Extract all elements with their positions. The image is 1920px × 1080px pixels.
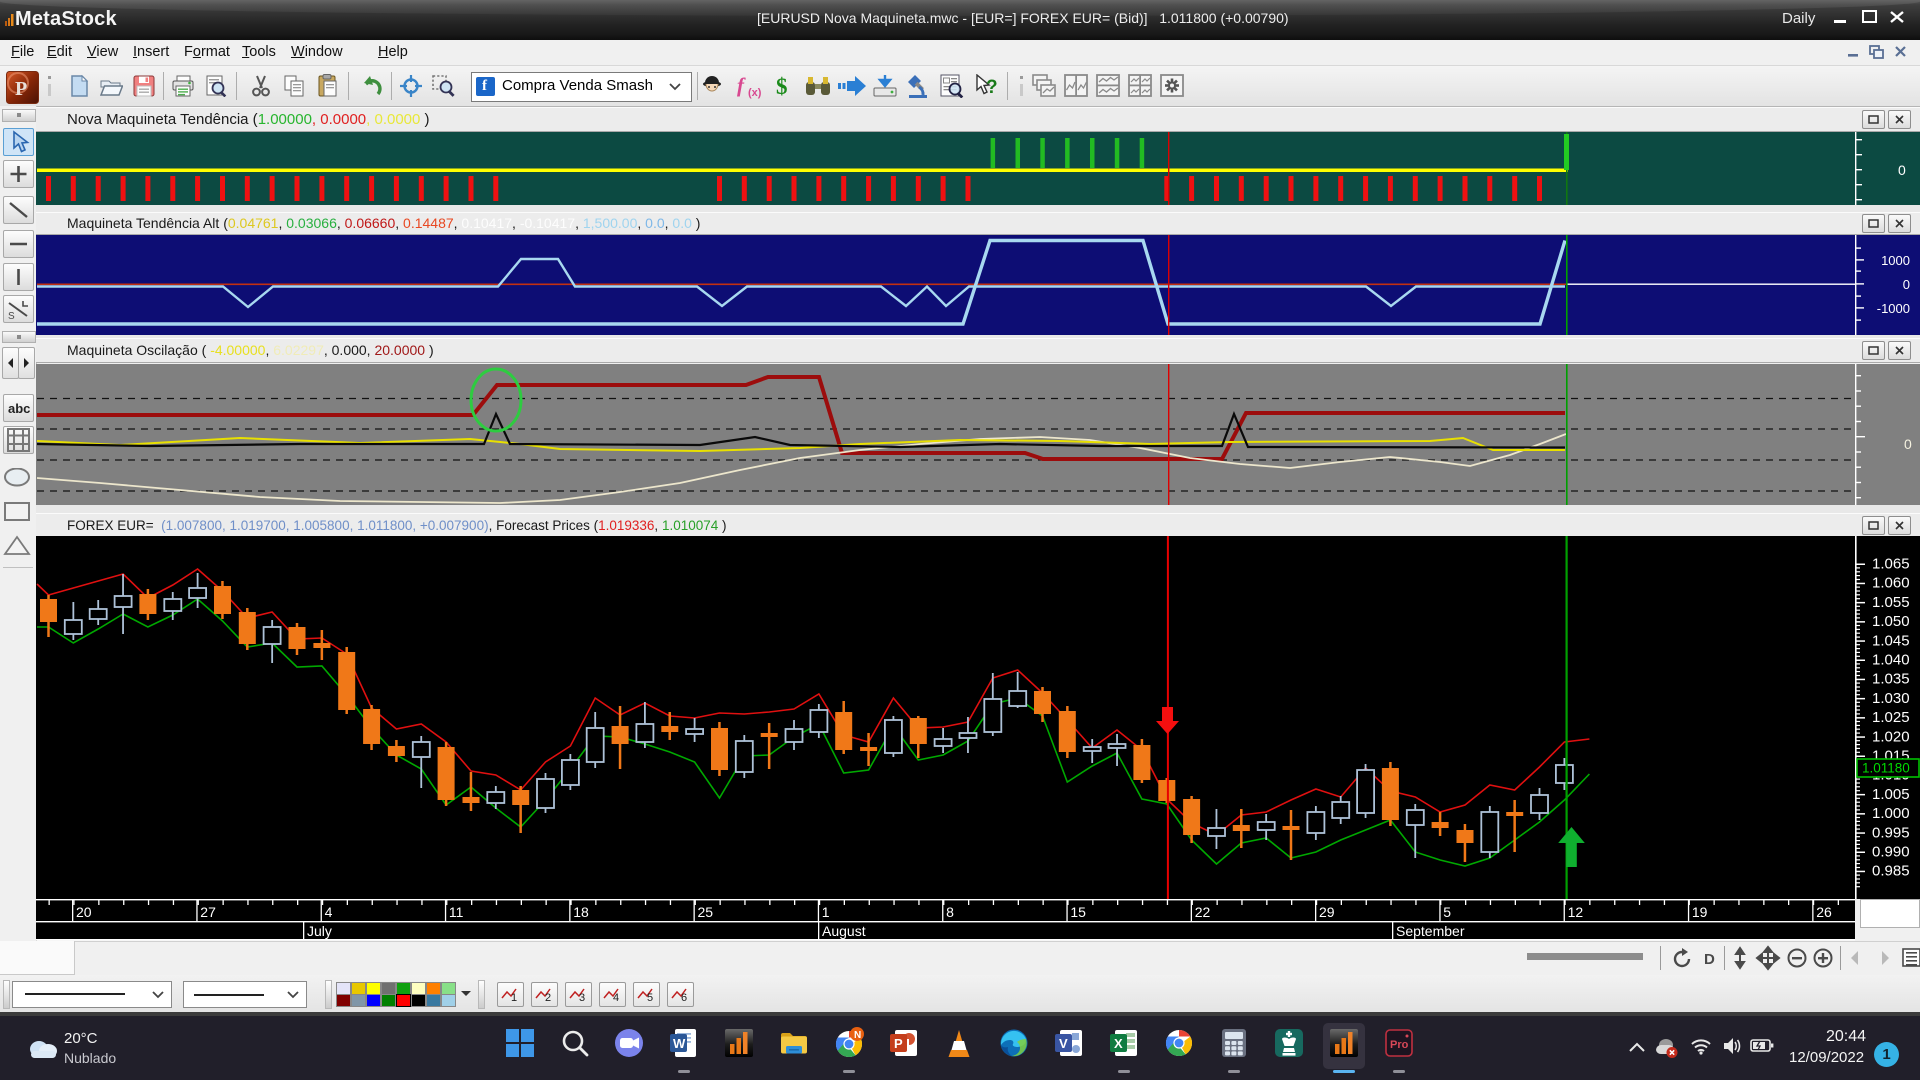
svg-text:July: July (307, 923, 332, 939)
svg-text:August: August (822, 923, 866, 939)
svg-text:4: 4 (613, 992, 619, 1004)
svg-text:25: 25 (698, 904, 714, 920)
svg-text:6: 6 (681, 992, 687, 1004)
svg-text:$: $ (776, 74, 788, 99)
svg-text:1.005: 1.005 (1872, 786, 1910, 803)
svg-text:W: W (673, 1036, 686, 1051)
svg-text:0.985: 0.985 (1872, 863, 1910, 880)
svg-text:2: 2 (545, 992, 551, 1004)
svg-text:8: 8 (946, 904, 954, 920)
svg-text:1000: 1000 (1881, 253, 1910, 268)
svg-text:P: P (15, 78, 27, 100)
svg-text:Pro: Pro (1390, 1039, 1409, 1051)
svg-text:18: 18 (573, 904, 589, 920)
svg-text:(x): (x) (748, 87, 762, 99)
svg-text:1.040: 1.040 (1872, 652, 1910, 669)
svg-text:1.045: 1.045 (1872, 632, 1910, 649)
svg-text:1.035: 1.035 (1872, 671, 1910, 688)
svg-text:12: 12 (1568, 904, 1584, 920)
svg-text:0.995: 0.995 (1872, 824, 1910, 841)
svg-text:abc: abc (8, 401, 30, 416)
svg-text:1.055: 1.055 (1872, 594, 1910, 611)
svg-text:0: 0 (1904, 436, 1912, 452)
svg-text:1.065: 1.065 (1872, 556, 1910, 573)
svg-text:4: 4 (325, 904, 333, 920)
svg-text:1.01180: 1.01180 (1862, 761, 1910, 776)
svg-text:1.000: 1.000 (1872, 805, 1910, 822)
svg-text:1.025: 1.025 (1872, 709, 1910, 726)
svg-text:1: 1 (822, 904, 830, 920)
svg-text:S: S (8, 311, 15, 322)
svg-text:P: P (894, 1036, 903, 1051)
svg-text:1.030: 1.030 (1872, 690, 1910, 707)
svg-text:?: ? (986, 77, 998, 98)
svg-text:5: 5 (1443, 904, 1451, 920)
svg-text:3: 3 (579, 992, 585, 1004)
svg-text:V: V (1059, 1036, 1068, 1051)
svg-text:X: X (1114, 1036, 1123, 1051)
svg-text:-1000: -1000 (1877, 301, 1910, 316)
svg-text:29: 29 (1319, 904, 1335, 920)
svg-text:1.050: 1.050 (1872, 613, 1910, 630)
svg-text:0.990: 0.990 (1872, 844, 1910, 861)
svg-text:11: 11 (449, 904, 464, 920)
svg-text:20: 20 (76, 904, 92, 920)
svg-text:1: 1 (511, 992, 517, 1004)
svg-text:19: 19 (1692, 904, 1708, 920)
svg-text:15: 15 (1070, 904, 1086, 920)
svg-text:0: 0 (1903, 277, 1910, 292)
svg-text:September: September (1396, 923, 1465, 939)
svg-text:f: f (737, 73, 746, 97)
svg-text:5: 5 (647, 992, 653, 1004)
svg-text:D: D (1704, 951, 1715, 968)
svg-text:22: 22 (1195, 904, 1211, 920)
svg-text:0: 0 (1898, 162, 1906, 178)
svg-text:27: 27 (200, 904, 216, 920)
svg-text:N: N (854, 1030, 861, 1041)
svg-text:1.020: 1.020 (1872, 728, 1910, 745)
svg-text:26: 26 (1816, 904, 1832, 920)
svg-text:1.060: 1.060 (1872, 575, 1910, 592)
